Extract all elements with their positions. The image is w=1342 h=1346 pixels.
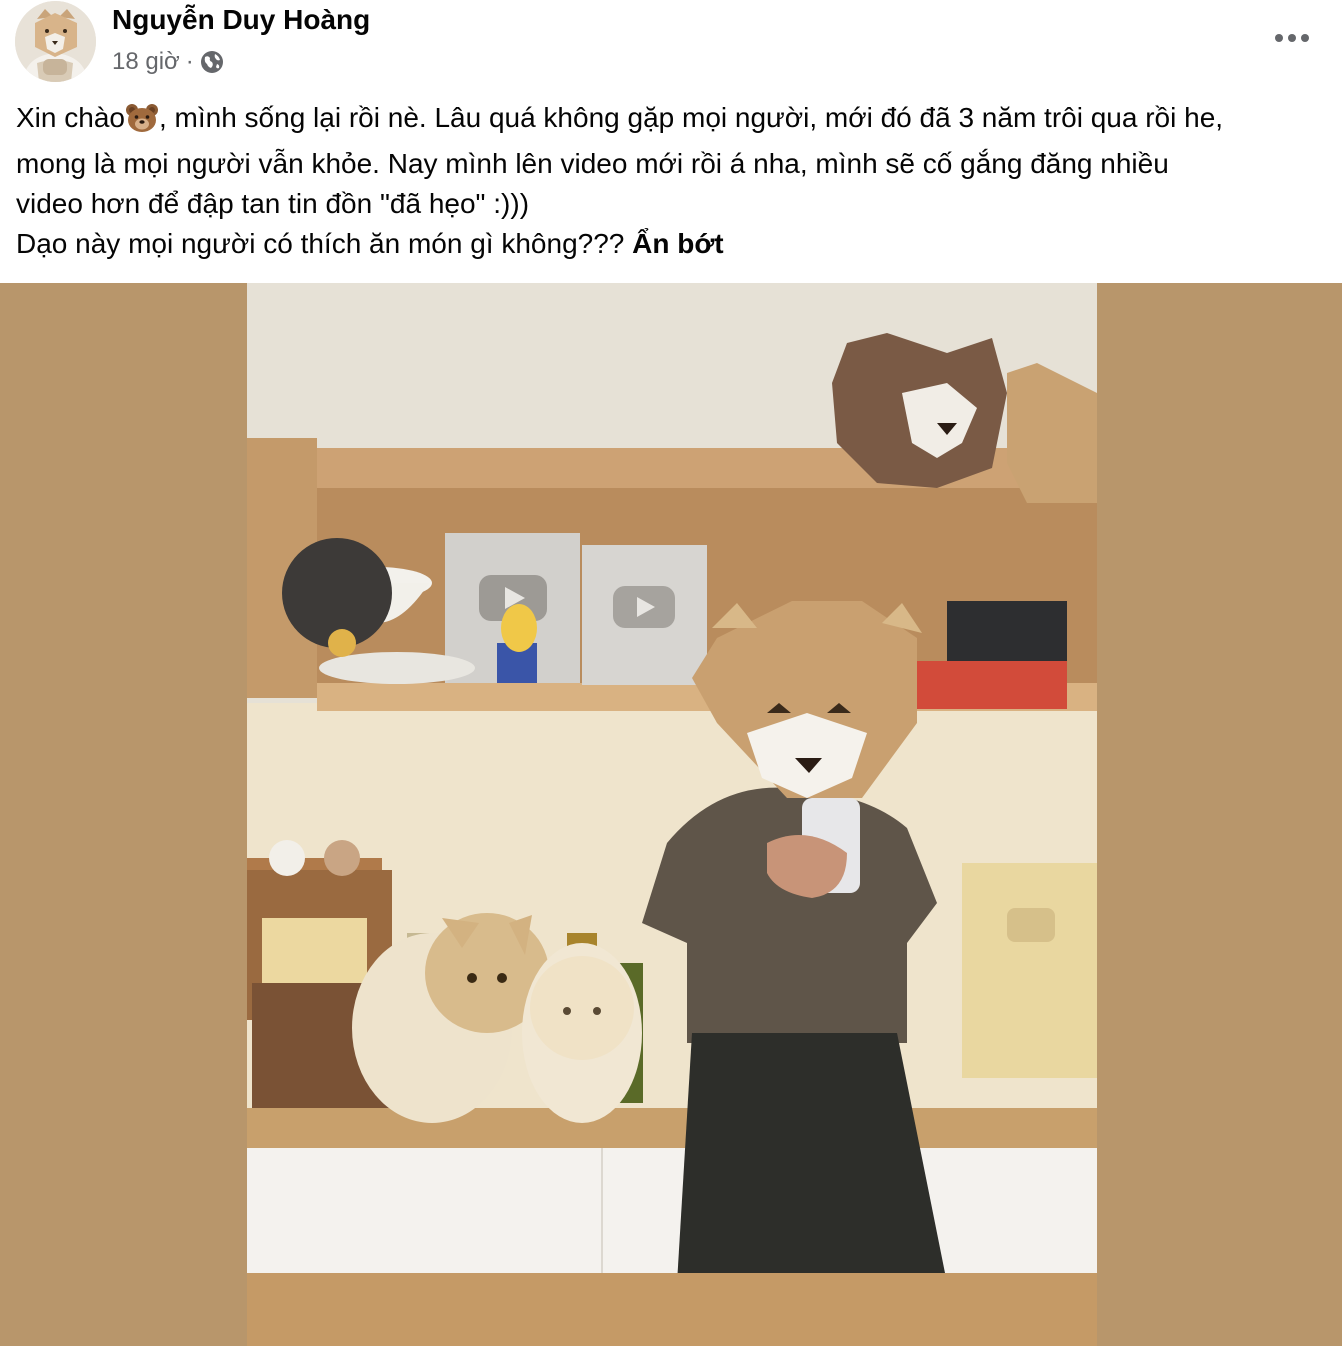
text-line-1-rest: , mình sống lại rồi nè. Lâu quá không gặ… (158, 102, 1224, 133)
post-header: Nguyễn Duy Hoàng 18 giờ · (0, 0, 1342, 96)
text-greeting: Xin chào (16, 102, 125, 133)
author-avatar[interactable] (15, 1, 96, 82)
see-less-link[interactable]: Ẩn bớt (632, 228, 723, 259)
post-text: Xin chào , mình sống lại rồi nè. Lâu quá… (16, 98, 1336, 264)
post-text-line-4: Dạo này mọi người có thích ăn món gì khô… (16, 224, 1336, 264)
text-question: Dạo này mọi người có thích ăn món gì khô… (16, 228, 625, 259)
author-name[interactable]: Nguyễn Duy Hoàng (112, 4, 370, 36)
globe-icon[interactable] (200, 50, 224, 74)
post-meta: 18 giờ · (112, 46, 224, 78)
kitchen-photo[interactable] (247, 283, 1097, 1346)
post-text-line-3: video hơn để đập tan tin đồn "đã hẹo" :)… (16, 188, 530, 219)
post-text-line-1: Xin chào , mình sống lại rồi nè. Lâu quá… (16, 98, 1336, 144)
bear-face-emoji (125, 103, 159, 144)
more-options-icon (1275, 34, 1309, 42)
post-text-line-2: mong là mọi người vẫn khỏe. Nay mình lên… (16, 148, 1169, 179)
post-media[interactable] (0, 283, 1342, 1346)
more-options-button[interactable] (1266, 18, 1318, 58)
meta-separator: · (185, 48, 194, 75)
post-time[interactable]: 18 giờ (112, 48, 180, 76)
